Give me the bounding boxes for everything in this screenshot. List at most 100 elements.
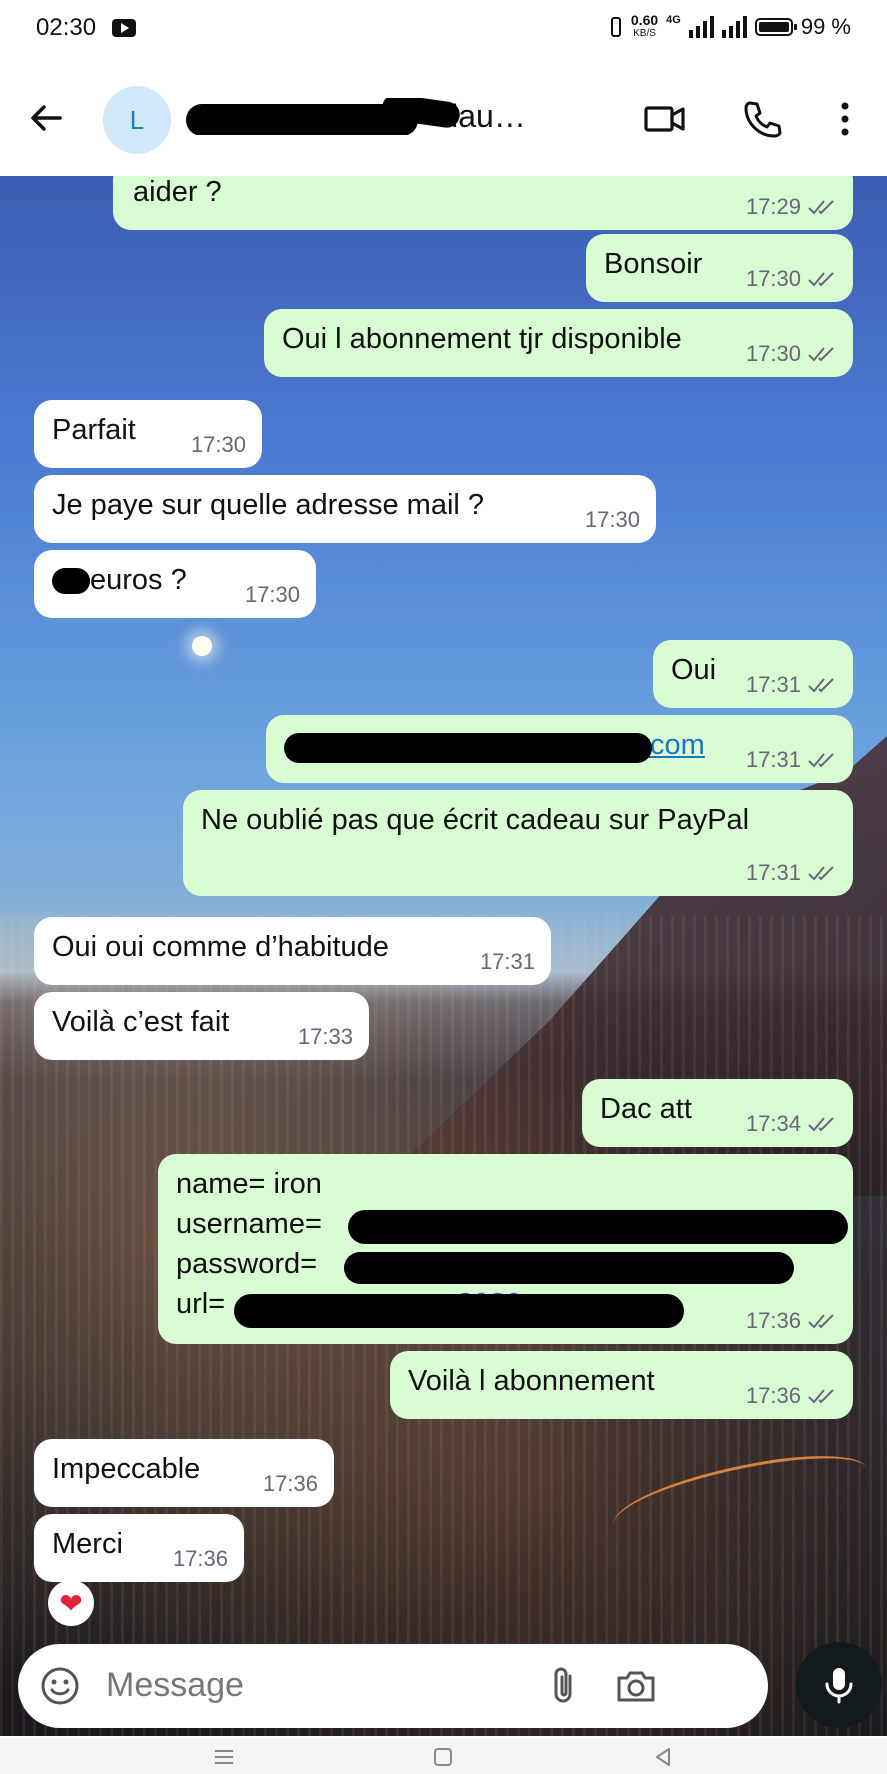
back-nav-icon[interactable] [652,1746,674,1768]
home-nav-icon[interactable] [432,1746,454,1768]
message-time: 17:31 [479,949,535,974]
message-outgoing[interactable]: Oui 17:31 [653,640,853,708]
message-outgoing[interactable]: Voilà l abonnement 17:36 [390,1351,853,1419]
emoji-icon[interactable] [40,1666,80,1706]
redaction [52,568,90,595]
chat-area[interactable]: aider ? 17:29 Bonsoir 17:30 Oui l abonne… [0,176,887,1736]
message-input[interactable]: Message [106,1666,244,1705]
credential-name: name= iron [176,1168,322,1200]
redaction [234,1294,684,1328]
net-speed: 0.60 KB/S [630,12,659,39]
youtube-notification-icon [112,19,136,37]
message-meta: 17:36 [746,1308,837,1334]
message-input-bar[interactable]: Message [18,1644,768,1728]
net-tag: 4G [666,14,681,26]
attach-icon[interactable] [544,1664,584,1708]
signal-icon [688,16,714,38]
message-time: 17:36 [172,1546,228,1571]
redaction [284,733,652,763]
message-time: 17:31 [745,747,801,772]
message-meta: 17:30 [245,582,300,608]
message-meta: 17:31 [746,860,837,886]
redaction [348,1210,848,1244]
message-outgoing[interactable]: name= iron username= password= url=3080 … [158,1154,853,1344]
message-meta: 17:31 [746,747,837,773]
status-bar: 02:30 0.60 KB/S 4G 99 % [0,0,887,60]
battery-icon [754,18,797,36]
status-right: 0.60 KB/S 4G 99 % [609,12,851,40]
message-outgoing[interactable]: Dac att 17:34 [582,1079,853,1147]
message-meta: 17:36 [746,1383,837,1409]
message-text: Merci [52,1528,123,1560]
message-time: 17:31 [745,860,801,885]
message-incoming[interactable]: Merci 17:36 [34,1514,244,1582]
message-time: 17:30 [190,432,246,457]
message-meta: 17:31 [480,949,535,975]
mic-button[interactable] [796,1642,882,1728]
message-meta: 17:36 [173,1546,228,1572]
double-check-icon [808,866,834,881]
wallpaper-moon [192,636,212,656]
double-check-icon [808,1314,834,1329]
message-meta: 17:30 [746,341,837,367]
battery-level: 99 % [800,14,851,39]
message-outgoing[interactable]: .com 17:31 [266,715,853,783]
heart-reaction-icon[interactable]: ❤ [48,1580,94,1626]
credential-url-label: url= [176,1288,226,1320]
message-incoming[interactable]: Impeccable 17:36 [34,1439,334,1507]
phone-icon[interactable] [740,96,786,142]
message-incoming[interactable]: Parfait 17:30 [34,400,262,468]
message-time: 17:30 [745,266,801,291]
message-text: Oui [671,654,717,686]
message-incoming[interactable]: Oui oui comme d’habitude 17:31 [34,917,551,985]
message-text: Voilà c’est fait [52,1006,230,1038]
double-check-icon [808,200,834,215]
redaction [344,1252,794,1284]
message-outgoing[interactable]: Bonsoir 17:30 [586,234,853,302]
message-meta: 17:30 [746,266,837,292]
double-check-icon [808,1389,834,1404]
message-time: 17:36 [262,1471,318,1496]
message-meta: 17:30 [191,432,246,458]
message-time: 17:34 [745,1111,801,1136]
back-arrow-icon[interactable] [26,98,66,138]
mic-icon [825,1668,853,1704]
message-meta: 17:31 [746,672,837,698]
chat-header: L llau… [0,60,887,176]
message-time: 17:33 [297,1024,353,1049]
message-incoming[interactable]: euros ? 17:30 [34,550,316,618]
signal-icon-2 [721,16,747,38]
message-time: 17:36 [745,1383,801,1408]
video-call-icon[interactable] [642,96,688,142]
message-meta: 17:29 [746,194,837,220]
message-text: Impeccable [52,1453,201,1485]
menu-nav-icon[interactable] [213,1746,235,1768]
message-time: 17:30 [745,341,801,366]
message-text: Je paye sur quelle adresse mail ? [52,489,485,521]
message-time: 17:31 [745,672,801,697]
camera-icon[interactable] [614,1666,658,1706]
double-check-icon [808,678,834,693]
more-vert-icon[interactable] [822,96,868,142]
contact-name[interactable]: llau… [186,98,578,135]
message-incoming[interactable]: Voilà c’est fait 17:33 [34,992,369,1060]
message-time: 17:30 [584,507,640,532]
message-meta: 17:30 [585,507,640,533]
message-time: 17:30 [244,582,300,607]
message-text: Voilà l abonnement [408,1365,655,1397]
message-outgoing[interactable]: Oui l abonnement tjr disponible 17:30 [264,309,853,377]
message-time: 17:29 [745,194,801,219]
message-time: 17:36 [745,1308,801,1333]
message-text: Ne oublié pas que écrit cadeau sur PayPa… [201,804,750,836]
message-text: Bonsoir [604,248,703,280]
message-meta: 17:36 [263,1471,318,1497]
double-check-icon [808,753,834,768]
message-outgoing[interactable]: aider ? 17:29 [113,176,853,230]
message-text: euros ? [90,564,187,596]
message-incoming[interactable]: Je paye sur quelle adresse mail ? 17:30 [34,475,656,543]
message-text: Parfait [52,414,136,446]
message-text: Oui l abonnement tjr disponible [282,323,682,355]
message-outgoing[interactable]: Ne oublié pas que écrit cadeau sur PayPa… [183,790,853,896]
avatar[interactable]: L [103,86,171,154]
message-meta: 17:33 [298,1024,353,1050]
